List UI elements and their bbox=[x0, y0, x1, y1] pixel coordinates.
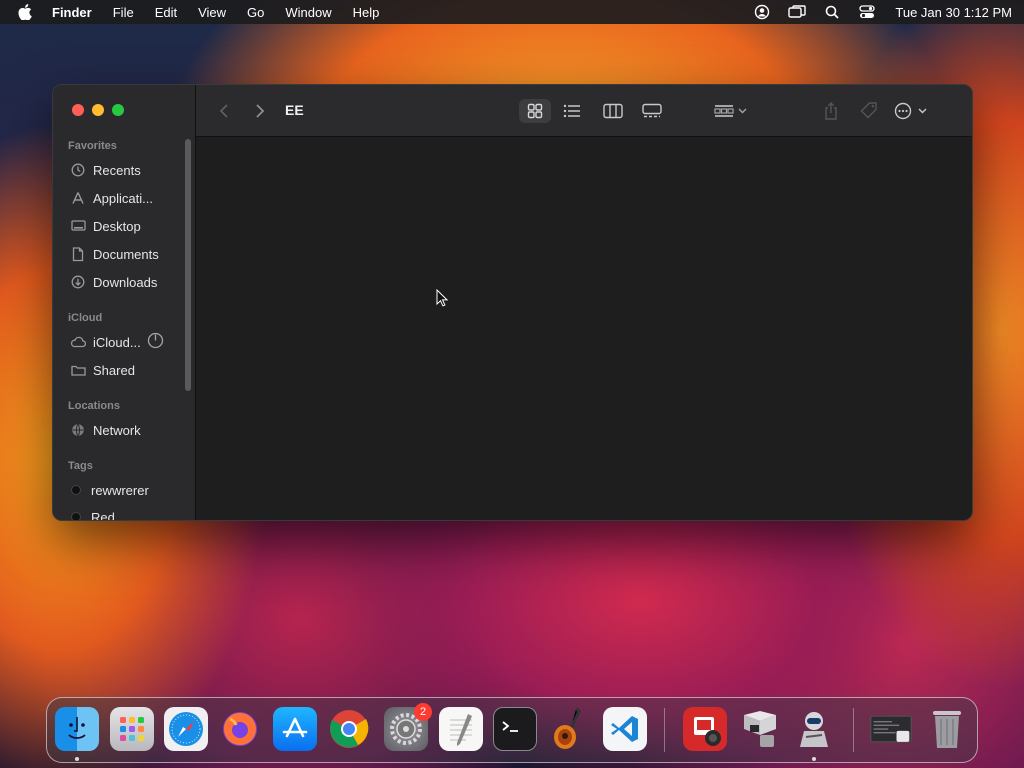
sidebar-item-desktop[interactable]: Desktop bbox=[70, 215, 141, 237]
sidebar-item-recents[interactable]: Recents bbox=[70, 159, 141, 181]
sidebar-item-label: Desktop bbox=[93, 218, 141, 234]
sidebar-item-label: Applicati... bbox=[93, 190, 153, 206]
running-indicator bbox=[812, 757, 816, 761]
window-title: EE bbox=[285, 102, 304, 118]
sidebar-tag-red[interactable]: Red bbox=[68, 506, 115, 521]
column-view-icon[interactable] bbox=[597, 99, 629, 123]
dock-screenshot-thumbnail-icon[interactable] bbox=[869, 707, 913, 751]
sidebar-item-network[interactable]: Network bbox=[70, 419, 141, 441]
dock-vscode-icon[interactable] bbox=[603, 707, 647, 751]
applications-icon bbox=[70, 190, 86, 206]
forward-icon[interactable] bbox=[250, 99, 270, 123]
zoom-button[interactable] bbox=[112, 104, 124, 116]
dock-trash-icon[interactable] bbox=[925, 707, 969, 751]
dock-garageband-icon[interactable] bbox=[547, 707, 591, 751]
sidebar-item-label: Downloads bbox=[93, 274, 158, 290]
running-indicator bbox=[75, 757, 79, 761]
sidebar-header-locations: Locations bbox=[68, 400, 120, 412]
tag-icon[interactable] bbox=[857, 99, 881, 123]
more-actions-icon[interactable] bbox=[892, 99, 932, 123]
document-icon bbox=[70, 246, 86, 262]
sidebar-item-icloud-drive[interactable]: iCloud... bbox=[70, 331, 164, 353]
user-icon[interactable] bbox=[753, 3, 771, 21]
icon-view-icon[interactable] bbox=[519, 99, 551, 123]
finder-sidebar: Favorites Recents Applicati... Desktop D… bbox=[53, 85, 196, 520]
finder-window: Favorites Recents Applicati... Desktop D… bbox=[52, 84, 973, 521]
menu-view[interactable]: View bbox=[198, 5, 226, 20]
share-icon[interactable] bbox=[820, 99, 842, 123]
tag-color-dot bbox=[71, 485, 81, 495]
search-icon[interactable] bbox=[823, 3, 841, 21]
dock-launchpad-icon[interactable] bbox=[110, 707, 154, 751]
dock-separator bbox=[664, 708, 665, 752]
dock-finder-icon[interactable] bbox=[55, 707, 99, 751]
minimize-button[interactable] bbox=[92, 104, 104, 116]
menu-app-name[interactable]: Finder bbox=[52, 5, 92, 20]
screen-mirroring-icon[interactable] bbox=[788, 3, 807, 21]
globe-icon bbox=[70, 422, 86, 438]
sidebar-item-label: Documents bbox=[93, 246, 159, 262]
sidebar-item-label: Network bbox=[93, 422, 141, 438]
gallery-view-icon[interactable] bbox=[636, 99, 668, 123]
sidebar-header-favorites: Favorites bbox=[68, 140, 117, 152]
list-view-icon[interactable] bbox=[558, 99, 586, 123]
notification-badge: 2 bbox=[414, 703, 432, 721]
menu-window[interactable]: Window bbox=[285, 5, 331, 20]
close-button[interactable] bbox=[72, 104, 84, 116]
dock-separator bbox=[853, 708, 854, 752]
menu-file[interactable]: File bbox=[113, 5, 134, 20]
sidebar-item-documents[interactable]: Documents bbox=[70, 243, 159, 265]
dock-boot-camp-icon[interactable] bbox=[738, 707, 782, 751]
sidebar-item-applications[interactable]: Applicati... bbox=[70, 187, 153, 209]
group-by-icon[interactable] bbox=[711, 99, 751, 123]
dock-firefox-icon[interactable] bbox=[218, 707, 262, 751]
dock-system-settings-icon[interactable]: 2 bbox=[384, 703, 432, 751]
dock-chrome-icon[interactable] bbox=[327, 707, 371, 751]
dock-automator-icon[interactable] bbox=[792, 707, 836, 751]
sidebar-item-label: rewwrerer bbox=[91, 482, 149, 498]
sidebar-item-label: Shared bbox=[93, 362, 135, 378]
dock-textedit-icon[interactable] bbox=[439, 707, 483, 751]
control-center-icon[interactable] bbox=[858, 3, 876, 21]
menu-help[interactable]: Help bbox=[353, 5, 380, 20]
dock-app-store-icon[interactable] bbox=[273, 707, 317, 751]
menu-edit[interactable]: Edit bbox=[155, 5, 177, 20]
desktop-icon bbox=[70, 218, 86, 234]
sidebar-item-label: Red bbox=[91, 509, 115, 521]
sidebar-header-icloud: iCloud bbox=[68, 312, 103, 324]
sidebar-item-label: Recents bbox=[93, 162, 141, 178]
dock: 2 bbox=[46, 697, 978, 763]
back-icon[interactable] bbox=[214, 99, 234, 123]
download-icon bbox=[70, 274, 86, 290]
window-controls bbox=[72, 104, 124, 116]
cloud-icon bbox=[70, 334, 86, 350]
finder-toolbar: EE bbox=[196, 85, 972, 137]
dock-safari-icon[interactable] bbox=[164, 707, 208, 751]
sidebar-header-tags: Tags bbox=[68, 460, 93, 472]
tag-color-dot bbox=[71, 512, 81, 520]
dock-photo-booth-icon[interactable] bbox=[683, 707, 727, 751]
menu-go[interactable]: Go bbox=[247, 5, 264, 20]
sidebar-item-downloads[interactable]: Downloads bbox=[70, 271, 157, 293]
shared-folder-icon bbox=[70, 362, 86, 378]
sidebar-item-shared[interactable]: Shared bbox=[70, 359, 135, 381]
sidebar-tag-rewwrerer[interactable]: rewwrerer bbox=[68, 479, 149, 501]
sync-progress-icon bbox=[147, 332, 164, 352]
clock-icon bbox=[70, 162, 86, 178]
file-browser-content[interactable] bbox=[196, 137, 972, 520]
dock-terminal-icon[interactable] bbox=[493, 707, 537, 751]
sidebar-item-label: iCloud... bbox=[93, 334, 141, 350]
apple-menu-icon[interactable] bbox=[18, 4, 34, 20]
mouse-cursor-icon bbox=[436, 288, 449, 307]
menu-bar: Finder File Edit View Go Window Help Tue… bbox=[0, 0, 1024, 24]
menubar-clock[interactable]: Tue Jan 30 1:12 PM bbox=[895, 5, 1012, 20]
sidebar-scrollbar[interactable] bbox=[185, 139, 191, 391]
